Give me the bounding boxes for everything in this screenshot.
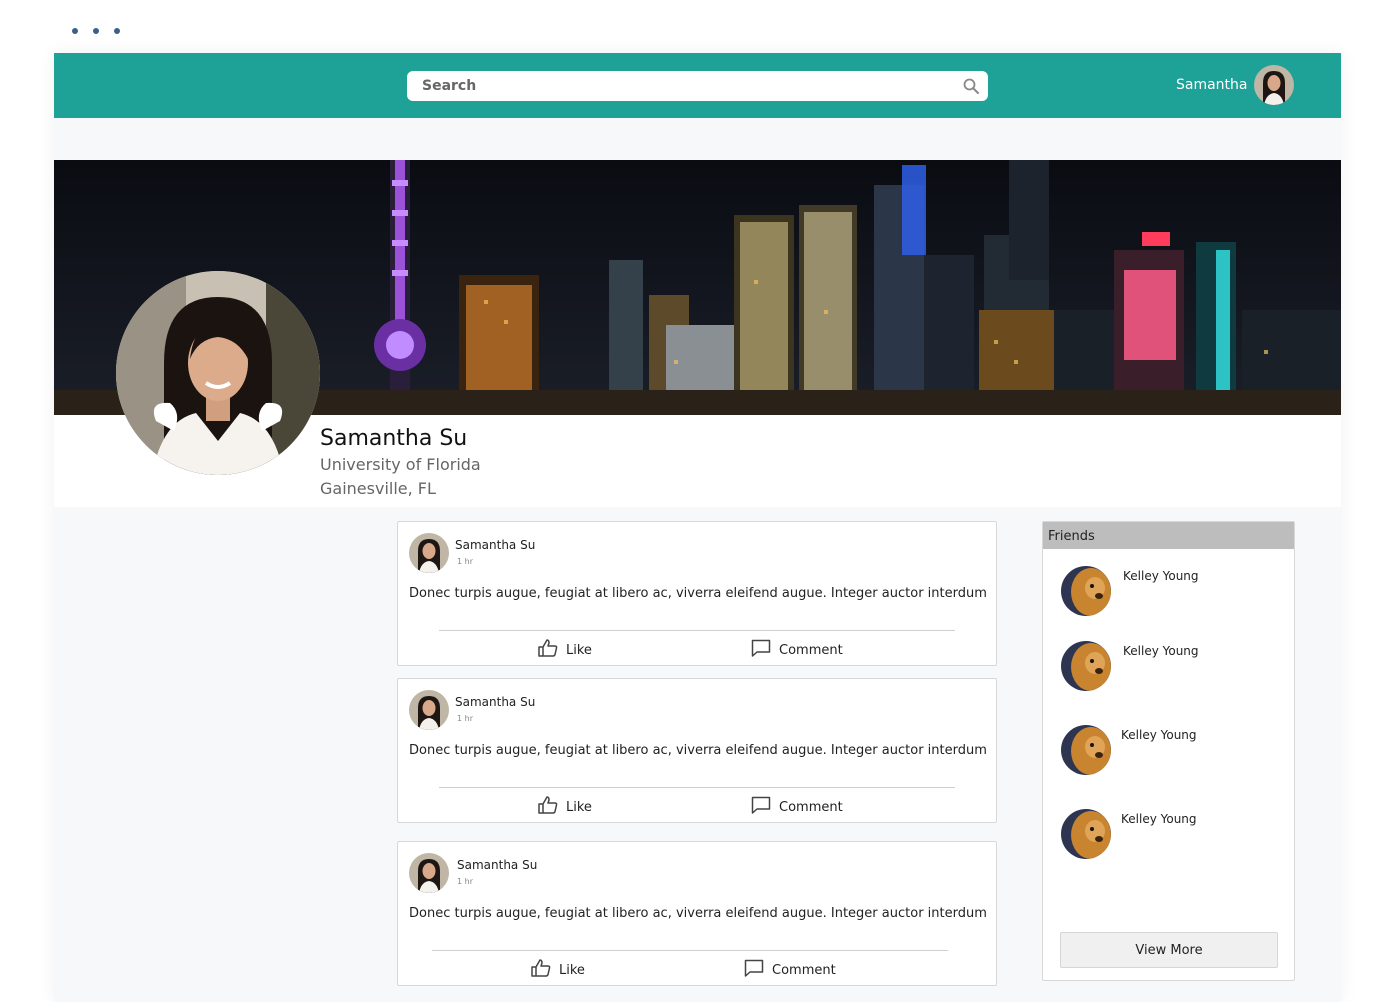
post-text: Donec turpis augue, feugiat at libero ac…	[409, 743, 987, 758]
search-icon[interactable]	[962, 77, 980, 95]
like-button[interactable]: Like	[538, 796, 592, 818]
post-timestamp: 1 hr	[457, 877, 473, 886]
friend-avatar[interactable]	[1061, 641, 1111, 691]
like-button[interactable]: Like	[538, 639, 592, 661]
friend-avatar[interactable]	[1061, 809, 1111, 859]
profile-location: Gainesville, FL	[320, 479, 436, 498]
view-more-button[interactable]: View More	[1060, 932, 1278, 968]
like-icon	[531, 959, 551, 981]
post-card: Samantha Su 1 hr Donec turpis augue, feu…	[397, 841, 997, 986]
friend-item[interactable]: Kelley Young	[1061, 566, 1281, 618]
comment-button[interactable]: Comment	[744, 959, 836, 981]
like-button[interactable]: Like	[531, 959, 585, 981]
friend-name[interactable]: Kelley Young	[1123, 644, 1199, 658]
post-author-name[interactable]: Samantha Su	[457, 858, 537, 872]
search-box	[407, 71, 988, 101]
comment-button[interactable]: Comment	[751, 639, 843, 661]
post-divider	[432, 950, 948, 951]
profile-school: University of Florida	[320, 455, 481, 474]
top-bar: Samantha	[54, 53, 1341, 118]
friends-title: Friends	[1048, 529, 1095, 544]
post-divider	[439, 787, 955, 788]
friend-name[interactable]: Kelley Young	[1123, 569, 1199, 583]
profile-name: Samantha Su	[320, 426, 468, 451]
comment-icon	[744, 959, 764, 981]
post-author-avatar[interactable]	[409, 690, 449, 730]
app-window: Samantha	[54, 53, 1341, 1002]
post-timestamp: 1 hr	[457, 557, 473, 566]
comment-icon	[751, 796, 771, 818]
friend-name[interactable]: Kelley Young	[1121, 812, 1197, 826]
post-author-name[interactable]: Samantha Su	[455, 695, 535, 709]
post-author-avatar[interactable]	[409, 533, 449, 573]
friend-name[interactable]: Kelley Young	[1121, 728, 1197, 742]
current-user-avatar[interactable]	[1254, 65, 1294, 105]
search-input[interactable]	[407, 71, 962, 101]
comment-label: Comment	[779, 642, 843, 658]
comment-icon	[751, 639, 771, 661]
comment-label: Comment	[772, 962, 836, 978]
like-icon	[538, 639, 558, 661]
like-icon	[538, 796, 558, 818]
friend-avatar[interactable]	[1061, 566, 1111, 616]
post-author-avatar[interactable]	[409, 853, 449, 893]
comment-label: Comment	[779, 799, 843, 815]
post-timestamp: 1 hr	[457, 714, 473, 723]
comment-button[interactable]: Comment	[751, 796, 843, 818]
post-card: Samantha Su 1 hr Donec turpis augue, feu…	[397, 521, 997, 666]
like-label: Like	[559, 962, 585, 978]
like-label: Like	[566, 799, 592, 815]
friends-panel: Friends Kelley Young Kelley Young Kelley…	[1042, 521, 1295, 981]
current-user-name[interactable]: Samantha	[1176, 77, 1248, 93]
friend-item[interactable]: Kelley Young	[1061, 809, 1281, 861]
post-divider	[439, 630, 955, 631]
friend-avatar[interactable]	[1061, 725, 1111, 775]
profile-picture[interactable]	[116, 271, 320, 475]
friend-item[interactable]: Kelley Young	[1061, 641, 1281, 693]
window-dots-icon	[72, 28, 120, 34]
post-card: Samantha Su 1 hr Donec turpis augue, feu…	[397, 678, 997, 823]
post-text: Donec turpis augue, feugiat at libero ac…	[409, 906, 987, 921]
friend-item[interactable]: Kelley Young	[1061, 725, 1281, 777]
like-label: Like	[566, 642, 592, 658]
post-author-name[interactable]: Samantha Su	[455, 538, 535, 552]
friends-header: Friends	[1043, 522, 1294, 549]
post-text: Donec turpis augue, feugiat at libero ac…	[409, 586, 987, 601]
